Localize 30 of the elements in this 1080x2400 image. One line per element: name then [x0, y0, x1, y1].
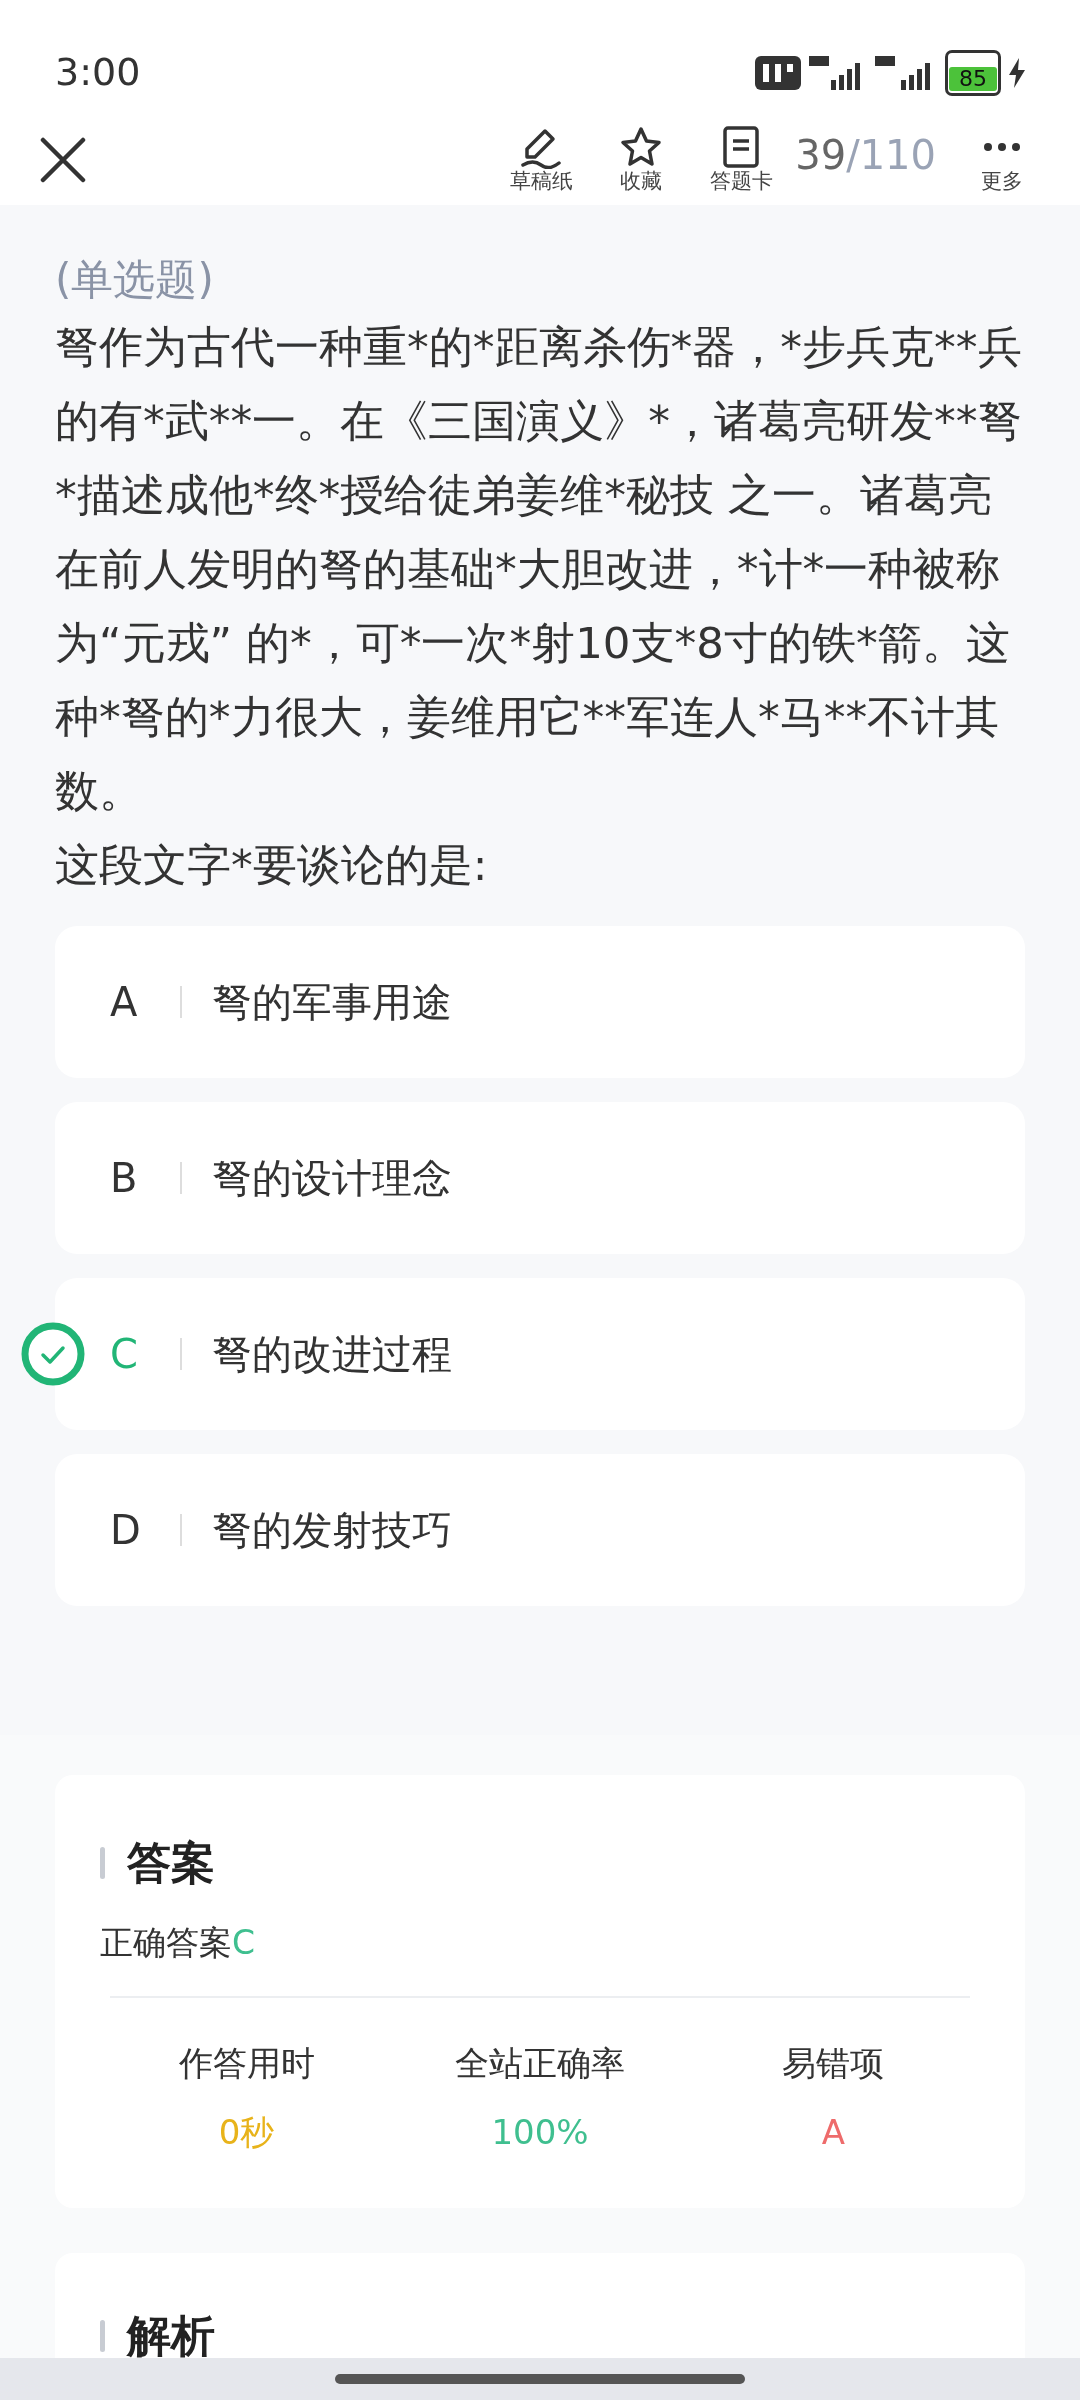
correct-answer: 正确答案C — [100, 1922, 257, 1964]
answer-option[interactable]: A 弩的军事用途 — [55, 926, 1025, 1078]
heading-marker — [100, 1847, 105, 1879]
toolbar-button[interactable]: 收藏 — [591, 125, 692, 195]
question-counter: 39/110 — [795, 131, 936, 180]
question-prompt: 这段文字*要谈论的是: — [55, 839, 489, 892]
answer-option[interactable]: D 弩的发射技巧 — [55, 1454, 1025, 1606]
more-button[interactable]: 更多 — [952, 125, 1052, 195]
hd-icon — [755, 55, 801, 90]
check-circle-icon — [20, 1321, 86, 1387]
toolbar-button[interactable]: 答题卡 — [691, 125, 792, 195]
battery-indicator: 85 — [945, 49, 1001, 96]
toolbar-button[interactable]: 草稿纸 — [491, 125, 592, 195]
stat-value: 100% — [491, 2111, 589, 2152]
stat-label: 易错项 — [781, 2041, 886, 2085]
stat-label: 全站正确率 — [454, 2041, 626, 2085]
stat-value: A — [821, 2111, 845, 2152]
more-icon — [982, 142, 1022, 153]
stat-value: 0秒 — [218, 2111, 275, 2152]
section-heading: 答案 — [127, 1836, 215, 1890]
answer-option[interactable]: B 弩的设计理念 — [55, 1102, 1025, 1254]
question-text: 弩作为古代一种重*的*距离杀伤*器，*步兵克**兵的有*武**一。在《三国演义》*，诸葛亮研发**弩*描述成他*终*授给徒弟姜维*秘技 之一。诸葛亮在前人发明的弩的基础*大胆改进，*计*一种被称为“元戎” 的*，可*一次*射10支*8寸的铁*箭。这种*弩的*力很大，姜维用它**军连人*马**不计其数。 — [55, 321, 1023, 818]
close-icon[interactable] — [40, 137, 86, 183]
answer-option[interactable]: C 弩的改进过程 — [55, 1278, 1025, 1430]
question-type: (单选题) — [55, 254, 215, 306]
charging-icon — [1009, 57, 1025, 88]
stat-label: 作答用时 — [177, 2041, 316, 2085]
section-heading: 解析 — [127, 2308, 215, 2363]
clock-time: 3:00 — [55, 49, 141, 96]
heading-marker — [100, 2319, 105, 2352]
